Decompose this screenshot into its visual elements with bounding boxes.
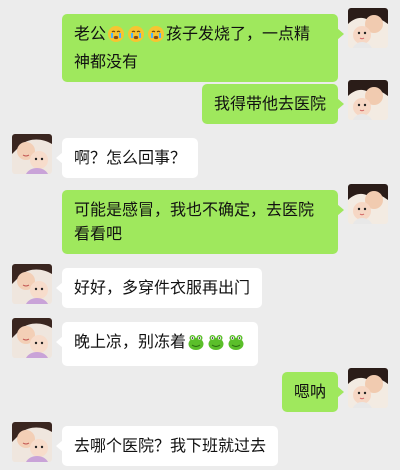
frog-emoji — [187, 333, 205, 358]
message-row: 老公 孩子发烧了，一点精 神都没有 — [0, 8, 400, 82]
crying-face-emoji — [147, 25, 165, 50]
outgoing-message-bubble[interactable]: 老公 孩子发烧了，一点精 神都没有 — [62, 14, 344, 82]
message-text: 去哪个医院？我下班就过去 — [74, 436, 267, 455]
mother-child-avatar[interactable] — [12, 318, 52, 358]
frog-emoji — [207, 333, 225, 358]
outgoing-message-bubble[interactable]: 可能是感冒，我也不确定，去医院 看看吧 — [62, 190, 344, 254]
message-row: 好好，多穿件衣服再出门 — [0, 264, 400, 312]
incoming-message-bubble[interactable]: 好好，多穿件衣服再出门 — [55, 268, 263, 308]
message-text: 孩子发烧了，一点精 — [166, 24, 311, 43]
mother-child-avatar[interactable] — [12, 422, 52, 462]
message-row: 啊？怎么回事？ — [0, 134, 400, 182]
message-row: 去哪个医院？我下班就过去 — [0, 422, 400, 470]
frog-emoji — [227, 333, 245, 358]
crying-face-emoji — [127, 25, 145, 50]
incoming-message-bubble[interactable]: 晚上凉，别冻着 — [55, 322, 259, 366]
outgoing-message-bubble[interactable]: 嗯呐 — [281, 372, 345, 412]
woman-with-baby-avatar[interactable] — [348, 184, 388, 224]
message-row: 晚上凉，别冻着 — [0, 318, 400, 366]
message-text: 可能是感冒，我也不确定，去医院 — [74, 200, 315, 219]
woman-with-baby-avatar[interactable] — [348, 80, 388, 120]
chat-window: 老公 孩子发烧了，一点精 神都没有 我得带他去医院 啊？怎么回事？ 可能是感冒，我… — [0, 0, 400, 470]
crying-face-emoji — [107, 25, 125, 50]
message-row: 可能是感冒，我也不确定，去医院 看看吧 — [0, 184, 400, 254]
message-text: 好好，多穿件衣服再出门 — [74, 278, 251, 297]
mother-child-avatar[interactable] — [12, 134, 52, 174]
woman-with-baby-avatar[interactable] — [348, 8, 388, 48]
woman-with-baby-avatar[interactable] — [348, 368, 388, 408]
message-text: 老公 — [74, 24, 107, 43]
message-text: 神都没有 — [74, 52, 139, 71]
message-text: 晚上凉，别冻着 — [74, 332, 187, 351]
message-text: 啊？怎么回事？ — [74, 148, 187, 167]
outgoing-message-bubble[interactable]: 我得带他去医院 — [201, 84, 345, 124]
incoming-message-bubble[interactable]: 啊？怎么回事？ — [55, 138, 199, 178]
message-text: 看看吧 — [74, 224, 123, 243]
message-text: 嗯呐 — [293, 382, 326, 401]
message-text: 我得带他去医院 — [213, 94, 326, 113]
mother-child-avatar[interactable] — [12, 264, 52, 304]
message-row: 我得带他去医院 — [0, 80, 400, 128]
incoming-message-bubble[interactable]: 去哪个医院？我下班就过去 — [55, 426, 279, 466]
message-row: 嗯呐 — [0, 368, 400, 416]
